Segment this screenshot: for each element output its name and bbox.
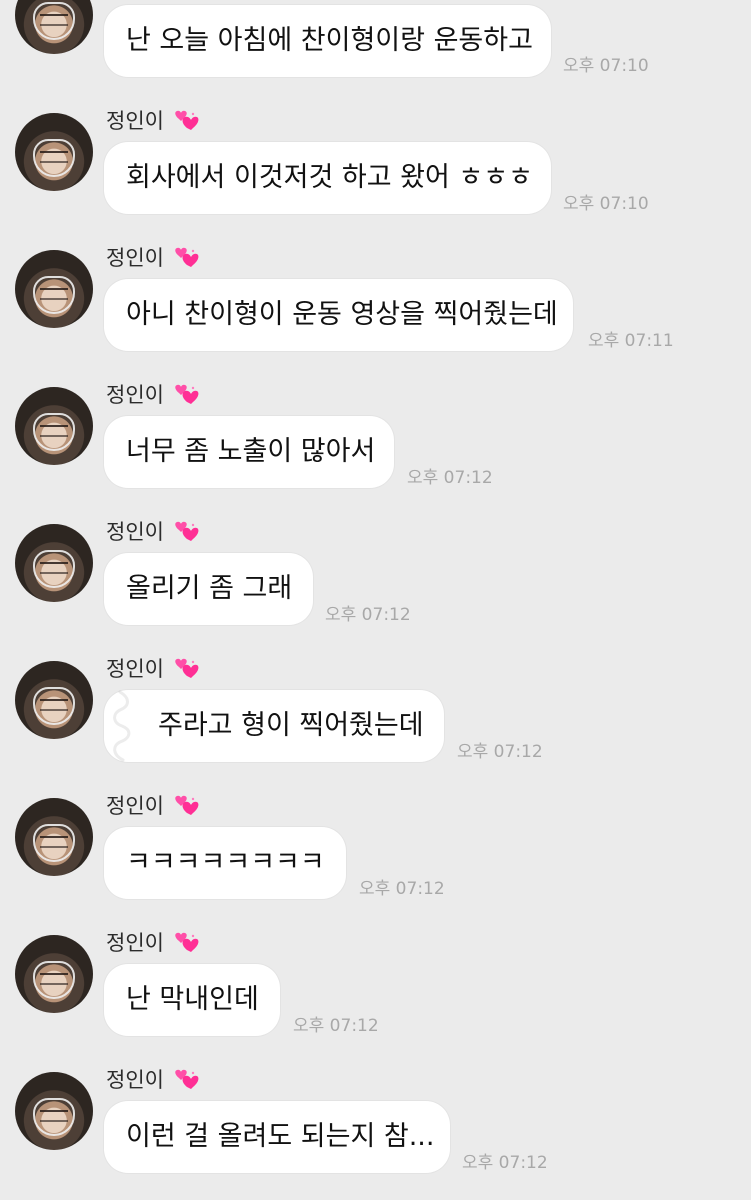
sender-name: 정인이	[106, 657, 199, 681]
two-hearts-icon	[174, 110, 199, 130]
sender-name: 정인이	[106, 383, 199, 407]
message-2: 정인이 회사에서 이것저것 하고 왔어 ㅎㅎㅎ 오후 07:10	[0, 0, 751, 214]
two-hearts-icon	[174, 384, 199, 404]
sender-name: 정인이	[106, 794, 199, 818]
sender-name: 정인이	[106, 109, 199, 133]
message-6: 정인이 주라고 형이 찍어줬는데 오후 07:12	[0, 548, 751, 762]
two-hearts-icon	[174, 247, 199, 267]
sender-name: 정인이	[106, 246, 199, 270]
two-hearts-icon	[174, 932, 199, 952]
message-9: 정인이 이런 걸 올려도 되는지 참... 오후 07:12	[0, 959, 751, 1173]
faded-sticker-mark	[113, 690, 131, 762]
sender-name: 정인이	[106, 520, 199, 544]
two-hearts-icon	[174, 1069, 199, 1089]
message-5: 정인이 올리기 좀 그래 오후 07:12	[0, 411, 751, 625]
message-4: 정인이 너무 좀 노출이 많아서 오후 07:12	[0, 274, 751, 488]
message-bubble[interactable]: 이런 걸 올려도 되는지 참...	[104, 1101, 450, 1173]
timestamp: 오후 07:12	[462, 1153, 548, 1173]
two-hearts-icon	[174, 521, 199, 541]
avatar[interactable]	[15, 1072, 93, 1150]
message-8: 정인이 난 막내인데 오후 07:12	[0, 822, 751, 1036]
chat-thread: 난 오늘 아침에 찬이형이랑 운동하고 오후 07:10 정인이 회사에서 이것…	[0, 0, 751, 1200]
message-text: 이런 걸 올려도 되는지 참...	[126, 1121, 435, 1152]
sender-name: 정인이	[106, 1068, 199, 1092]
two-hearts-icon	[174, 658, 199, 678]
two-hearts-icon	[174, 795, 199, 815]
message-3: 정인이 아니 찬이형이 운동 영상을 찍어줬는데 오후 07:11	[0, 137, 751, 351]
sender-name: 정인이	[106, 931, 199, 955]
